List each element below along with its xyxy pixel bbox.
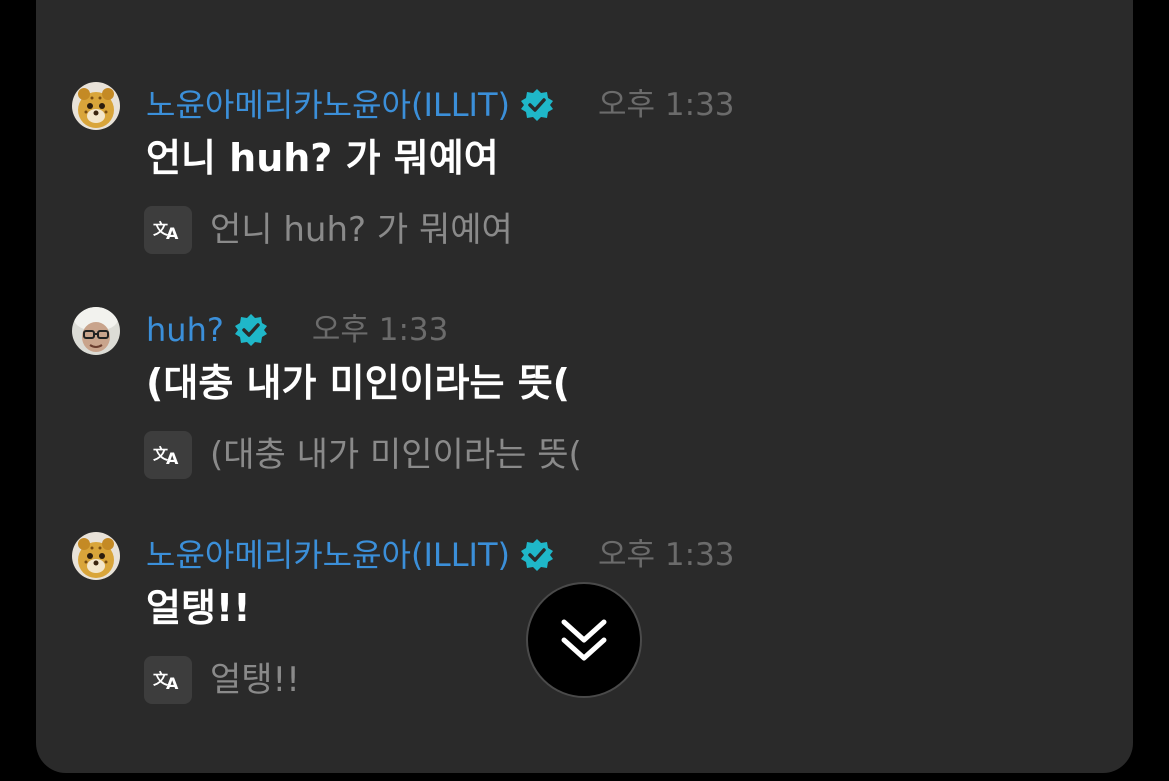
person-avatar-icon [72,307,120,355]
timestamp: 오후 1:33 [311,312,449,348]
scroll-to-bottom-button[interactable] [526,582,642,698]
translation-row: 文 A (대충 내가 미인이라는 뜻( [144,431,582,479]
username[interactable]: 노윤아메리카노윤아(ILLIT) [146,532,510,578]
message-header: 노윤아메리카노윤아(ILLIT) 오후 1:33 [146,532,735,578]
timestamp: 오후 1:33 [598,87,735,123]
avatar[interactable] [72,532,120,580]
double-chevron-down-icon [561,619,607,661]
message-text: 언니 huh? 가 뭐예여 [146,136,499,180]
avatar[interactable] [72,82,120,130]
message-header: huh? 오후 1:33 [146,307,448,353]
translated-text: (대충 내가 미인이라는 뜻( [210,435,582,475]
translated-text: 얼탱!! [210,660,300,700]
verified-badge-icon [520,88,554,122]
message-text: (대충 내가 미인이라는 뜻( [146,361,571,405]
timestamp: 오후 1:33 [598,537,735,573]
svg-text:A: A [166,449,179,468]
username[interactable]: 노윤아메리카노윤아(ILLIT) [146,82,510,128]
message-text: 얼탱!! [146,586,251,630]
translation-row: 文 A 얼탱!! [144,656,300,704]
verified-badge-icon [234,313,268,347]
avatar[interactable] [72,307,120,355]
translation-row: 文 A 언니 huh? 가 뭐예여 [144,206,513,254]
translate-icon[interactable]: 文 A [144,206,192,254]
cheetah-avatar-icon [72,82,120,130]
translate-icon[interactable]: 文 A [144,431,192,479]
username[interactable]: huh? [146,307,224,353]
cheetah-avatar-icon [72,532,120,580]
translated-text: 언니 huh? 가 뭐예여 [210,210,513,250]
svg-text:A: A [166,674,179,693]
message-header: 노윤아메리카노윤아(ILLIT) 오후 1:33 [146,82,735,128]
svg-text:A: A [166,224,179,243]
verified-badge-icon [520,538,554,572]
translate-icon[interactable]: 文 A [144,656,192,704]
